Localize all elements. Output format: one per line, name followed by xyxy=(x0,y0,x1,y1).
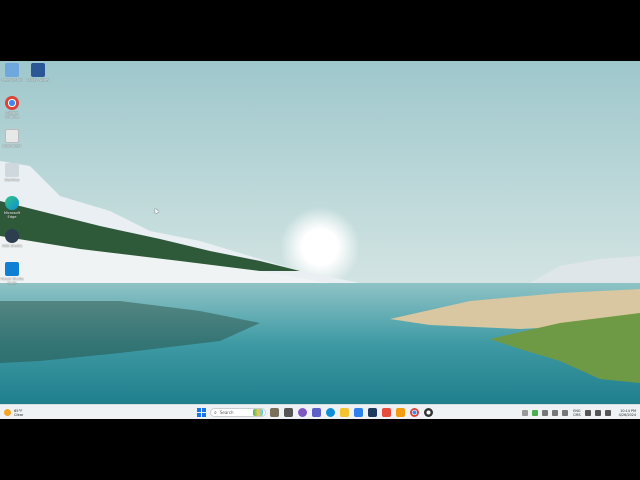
chevron-up-icon[interactable] xyxy=(522,409,529,416)
ludo-taskbar-icon[interactable] xyxy=(382,408,391,417)
tray-app-icon[interactable] xyxy=(532,409,539,416)
desktop-wallpaper xyxy=(0,61,640,404)
desktop-icon-chrome[interactable]: Google Chrome xyxy=(0,96,24,119)
windows-logo-pane xyxy=(202,408,206,412)
weather-text: 65°F Clear xyxy=(14,409,23,417)
obs-icon xyxy=(5,229,19,243)
taskbar-search-box[interactable]: ⌕ Search xyxy=(210,408,266,417)
desktop-icon-label: Recycle Bin xyxy=(1,78,23,82)
windows-logo-pane xyxy=(202,413,206,417)
weather-sun-icon xyxy=(4,409,11,416)
weather-temp: 65°F xyxy=(14,408,23,413)
desktop-icon-label: OBS Studio xyxy=(1,244,23,248)
desktop-icon-area: Recycle Bin Sticky Notes Google Chrome D… xyxy=(0,61,60,291)
search-placeholder: Search xyxy=(219,410,234,415)
clock-date: 4/26/2024 xyxy=(618,412,636,417)
desktop-icon-label: Document xyxy=(2,144,22,148)
copilot-taskbar-icon[interactable] xyxy=(298,408,307,417)
desktop-icon-vscode[interactable]: Visual Studio Code xyxy=(0,262,24,285)
teams-taskbar-icon[interactable] xyxy=(312,408,321,417)
chrome-taskbar-icon[interactable] xyxy=(410,408,419,417)
taskbar: 65°F Clear ⌕ Search ENG CMS 10:14 PM 4/2… xyxy=(0,404,640,419)
weather-widget[interactable]: 65°F Clear xyxy=(4,407,23,418)
document-icon xyxy=(5,129,19,143)
desktop-screen: Recycle Bin Sticky Notes Google Chrome D… xyxy=(0,61,640,419)
edge-icon xyxy=(5,196,19,210)
volume-icon[interactable] xyxy=(594,409,601,416)
store-taskbar-icon[interactable] xyxy=(354,408,363,417)
language-code: ENG xyxy=(573,408,581,413)
search-icon: ⌕ xyxy=(214,409,217,416)
battery-icon[interactable] xyxy=(604,409,611,416)
desktop-icon-image[interactable]: Desktop xyxy=(0,163,24,182)
obs-taskbar-icon[interactable] xyxy=(424,408,433,417)
desktop-icon-document[interactable]: Document xyxy=(0,129,24,148)
language-indicator[interactable]: ENG CMS xyxy=(573,409,580,417)
input-method: CMS xyxy=(573,412,581,417)
windows-logo-icon xyxy=(197,408,201,412)
usb-icon[interactable] xyxy=(562,409,569,416)
tray-app-icon[interactable] xyxy=(552,409,559,416)
desktop-icon-label: Sticky Notes xyxy=(26,78,50,82)
windows-logo-pane xyxy=(197,413,201,417)
app-shortcut-icon xyxy=(31,63,45,77)
image-file-icon xyxy=(5,163,19,177)
wifi-icon[interactable] xyxy=(584,409,591,416)
edge-taskbar-icon[interactable] xyxy=(326,408,335,417)
search-highlight-icon xyxy=(253,409,263,416)
chrome-icon xyxy=(5,96,19,110)
cloud-icon[interactable] xyxy=(542,409,549,416)
start-button[interactable] xyxy=(197,408,206,417)
system-tray: ENG CMS 10:14 PM 4/26/2024 xyxy=(518,407,636,418)
file-explorer-taskbar-icon[interactable] xyxy=(270,408,279,417)
desktop-icon-obs[interactable]: OBS Studio xyxy=(0,229,24,248)
desktop-icon-edge[interactable]: Microsoft Edge xyxy=(0,196,24,219)
clock[interactable]: 10:14 PM 4/26/2024 xyxy=(619,409,636,417)
desktop-icon-recycle-bin[interactable]: Recycle Bin xyxy=(0,63,24,82)
taskbar-center: ⌕ Search xyxy=(197,407,438,418)
widgets-taskbar-icon[interactable] xyxy=(284,408,293,417)
sticky-taskbar-icon[interactable] xyxy=(396,408,405,417)
clock-time: 10:14 PM xyxy=(620,408,636,413)
desktop-icon-label: Microsoft Edge xyxy=(3,211,21,219)
folder-taskbar-icon[interactable] xyxy=(340,408,349,417)
weather-condition: Clear xyxy=(14,412,24,417)
desktop-icon-label: Desktop xyxy=(4,178,20,182)
desktop-icon-sticky-notes[interactable]: Sticky Notes xyxy=(26,63,50,82)
desktop-icon-label: Google Chrome xyxy=(4,111,20,119)
desktop-icon-label: Visual Studio Code xyxy=(0,277,24,285)
terminal-taskbar-icon[interactable] xyxy=(368,408,377,417)
vscode-icon xyxy=(5,262,19,276)
recycle-bin-icon xyxy=(5,63,19,77)
